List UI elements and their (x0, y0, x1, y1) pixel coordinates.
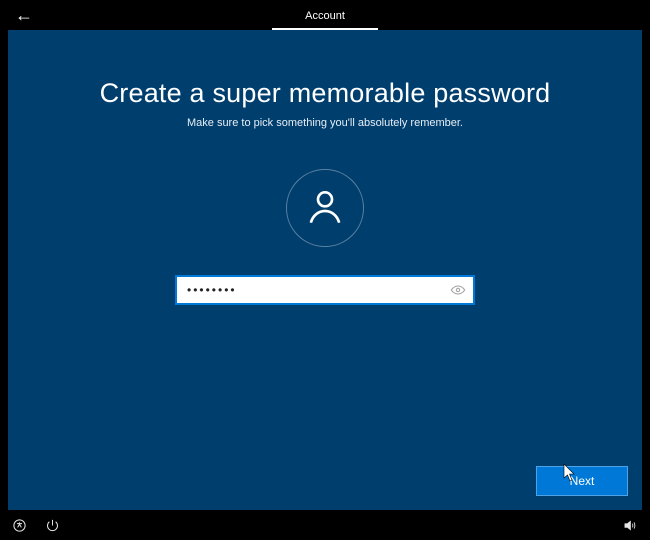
user-icon (305, 186, 345, 231)
user-avatar-circle (286, 169, 364, 247)
power-icon[interactable] (45, 518, 60, 533)
tab-account[interactable]: Account (272, 2, 379, 30)
tab-placeholder-right (378, 16, 485, 30)
ease-of-access-icon[interactable] (12, 518, 27, 533)
page-title: Create a super memorable password (100, 78, 551, 109)
back-arrow-icon[interactable]: ← (15, 5, 33, 26)
page-subtitle: Make sure to pick something you'll absol… (187, 117, 463, 129)
volume-icon[interactable] (623, 518, 638, 533)
bottom-left-icons (12, 518, 60, 533)
setup-panel: Create a super memorable password Make s… (8, 30, 642, 510)
next-button-label: Next (570, 474, 595, 488)
password-field-wrap (175, 275, 475, 305)
top-bar: ← Account (0, 0, 650, 30)
tab-strip: Account (165, 0, 485, 30)
reveal-password-icon[interactable] (447, 279, 469, 301)
password-input[interactable] (175, 275, 475, 305)
bottom-bar (0, 510, 650, 540)
tab-placeholder-left (165, 16, 272, 30)
next-button[interactable]: Next (536, 466, 628, 496)
